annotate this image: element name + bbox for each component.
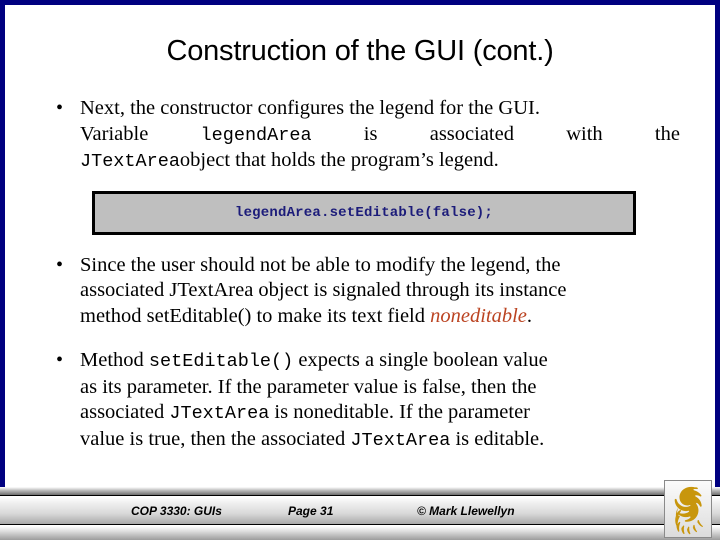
bullet-item-2: • Since the user should not be able to m…	[44, 253, 680, 330]
ucf-pegasus-logo	[664, 480, 712, 538]
footer-bar-bottom	[0, 526, 720, 540]
bullet-marker: •	[56, 253, 64, 276]
bullet-3-code-jtextarea-1: JTextArea	[169, 403, 270, 424]
bullet-3-line-1-text: expects a single boolean value	[293, 349, 548, 371]
page-title: Construction of the GUI (cont.)	[166, 35, 554, 67]
bullet-1-code-jtextarea: JTextArea	[80, 151, 180, 172]
slide-frame-left	[0, 0, 5, 487]
bullet-3-line-3: associated JTextArea is noneditable. If …	[80, 400, 680, 427]
code-box-wrapper: legendArea.setEditable(false);	[44, 190, 680, 235]
bullet-3-line-4: value is true, then the associated JText…	[80, 427, 680, 454]
slide-frame-top	[0, 0, 720, 5]
bullet-1-word-associated: associated	[429, 122, 514, 145]
bullet-1-line-3: JTextAreaobject that holds the program’s…	[80, 148, 680, 175]
bullet-2-line-1: Since the user should not be able to mod…	[80, 253, 561, 276]
bullet-2-line-2: associated JTextArea object is signaled …	[80, 279, 567, 301]
bullet-1-word-with: with	[566, 122, 603, 145]
bullet-1-line-2: Variable legendArea is associated with t…	[80, 122, 680, 149]
bullet-1-line-1-text: Next, the constructor configures the leg…	[80, 97, 540, 119]
bullet-item-3: • Method setEditable() expects a single …	[44, 348, 680, 453]
slide: Construction of the GUI (cont.) • Next, …	[0, 0, 720, 540]
bullet-3-word-method: Method	[80, 349, 149, 371]
bullet-marker: •	[56, 349, 64, 371]
slide-footer: COP 3330: GUIs Page 31 © Mark Llewellyn	[0, 487, 720, 540]
code-box: legendArea.setEditable(false);	[92, 190, 636, 235]
slide-content: • Next, the constructor configures the l…	[44, 96, 680, 453]
bullet-3-line-3-text: is noneditable. If the parameter	[269, 401, 530, 423]
bullet-1-word-variable: Variable	[80, 122, 149, 145]
bullet-2-line-3: method setEditable() to make its text fi…	[80, 304, 680, 330]
footer-bar-main	[0, 497, 720, 525]
code-box-text: legendArea.setEditable(false);	[234, 204, 494, 221]
bullet-1-word-is: is	[363, 122, 378, 145]
bullet-1-code-legendarea: legendArea	[200, 124, 312, 146]
bullet-item-1: • Next, the constructor configures the l…	[44, 96, 680, 175]
bullet-3-line-2: as its parameter. If the parameter value…	[80, 375, 537, 398]
bullet-3-word-associated: associated	[80, 401, 170, 423]
bullet-3-line-1: Method setEditable() expects a single bo…	[80, 348, 680, 375]
footer-bar-top	[0, 487, 720, 496]
bullet-marker: •	[56, 97, 64, 119]
bullet-3-line-4-text-b: is editable.	[450, 427, 545, 450]
bullet-1-word-the: the	[654, 122, 680, 145]
bullet-2-emphasis-noneditable: noneditable	[430, 304, 527, 327]
bullet-2-line-3-text: method setEditable() to make its text fi…	[80, 304, 431, 327]
footer-copyright: © Mark Llewellyn	[417, 504, 515, 518]
footer-page-number: Page 31	[288, 504, 334, 518]
bullet-3-code-seteditable: setEditable()	[148, 351, 294, 372]
footer-course-label: COP 3330: GUIs	[131, 504, 222, 518]
bullet-3-line-4-text-a: value is true, then the associated	[80, 427, 351, 450]
bullet-2-line-3-period: .	[526, 304, 533, 327]
slide-frame-right	[715, 0, 720, 487]
bullet-1-line-1: Next, the constructor configures the leg…	[80, 96, 680, 122]
bullet-1-line-3-text: object that holds the program’s legend.	[179, 149, 499, 171]
bullet-3-code-jtextarea-2: JTextArea	[350, 429, 451, 451]
